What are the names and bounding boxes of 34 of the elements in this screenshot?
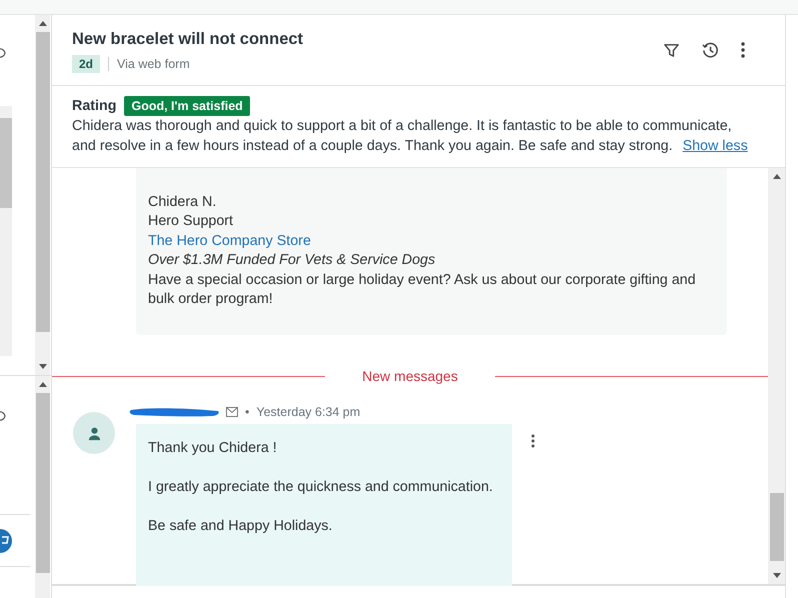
scrollbar-thumb[interactable] (36, 32, 50, 332)
mail-icon (226, 407, 238, 418)
signature-line: Chidera N. (148, 193, 218, 212)
ticket-title: New bracelet will not connect (72, 30, 304, 49)
scrollbar-thumb[interactable] (770, 493, 784, 561)
scroll-down-icon[interactable] (38, 364, 46, 369)
history-icon[interactable] (701, 40, 720, 60)
signature-line: Hero Support (148, 212, 234, 232)
signature-line: Have a special occasion or large holiday event? Ask us about our corporate gifting and bulk order program! (148, 270, 697, 310)
chat-icon[interactable] (0, 528, 13, 554)
rating-comment: Chidera was thorough and quick to support a bit of a challenge. It is fantastic to be able to communicate, and resolve in a few hours instead of a couple days. Thank you again. Be safe and stay strong. Show less (72, 117, 749, 156)
message-text: Thank you Chidera ! (148, 439, 278, 458)
scrollbar-thumb[interactable] (0, 118, 12, 208)
rating-tag: Good, I'm satisfied (124, 96, 250, 116)
scrollbar-thumb[interactable] (36, 393, 50, 573)
avatar-icon (73, 412, 115, 454)
new-messages-label: New messages (361, 368, 459, 384)
store-link[interactable]: The Hero Company Store (148, 232, 311, 252)
scroll-up-icon[interactable] (38, 382, 46, 387)
scroll-up-icon[interactable] (772, 174, 780, 179)
more-icon[interactable] (531, 434, 535, 448)
scroll-up-icon[interactable] (38, 21, 46, 26)
show-less-link[interactable]: Show less (682, 138, 748, 154)
separator-dot: • (245, 405, 250, 420)
scroll-down-icon[interactable] (772, 573, 780, 578)
age-badge: 2d (72, 55, 100, 73)
message-text: I greatly appreciate the quickness and communication. (148, 478, 494, 498)
message-time: Yesterday 6:34 pm (256, 405, 360, 420)
channel-label: Via web form (108, 57, 190, 71)
message-text: Be safe and Happy Holidays. (148, 517, 334, 536)
signature-line: Over $1.3M Funded For Vets & Service Dogs (148, 251, 436, 270)
rating-label: Rating (72, 97, 116, 116)
more-icon[interactable] (741, 42, 745, 58)
filter-icon[interactable] (663, 42, 680, 58)
